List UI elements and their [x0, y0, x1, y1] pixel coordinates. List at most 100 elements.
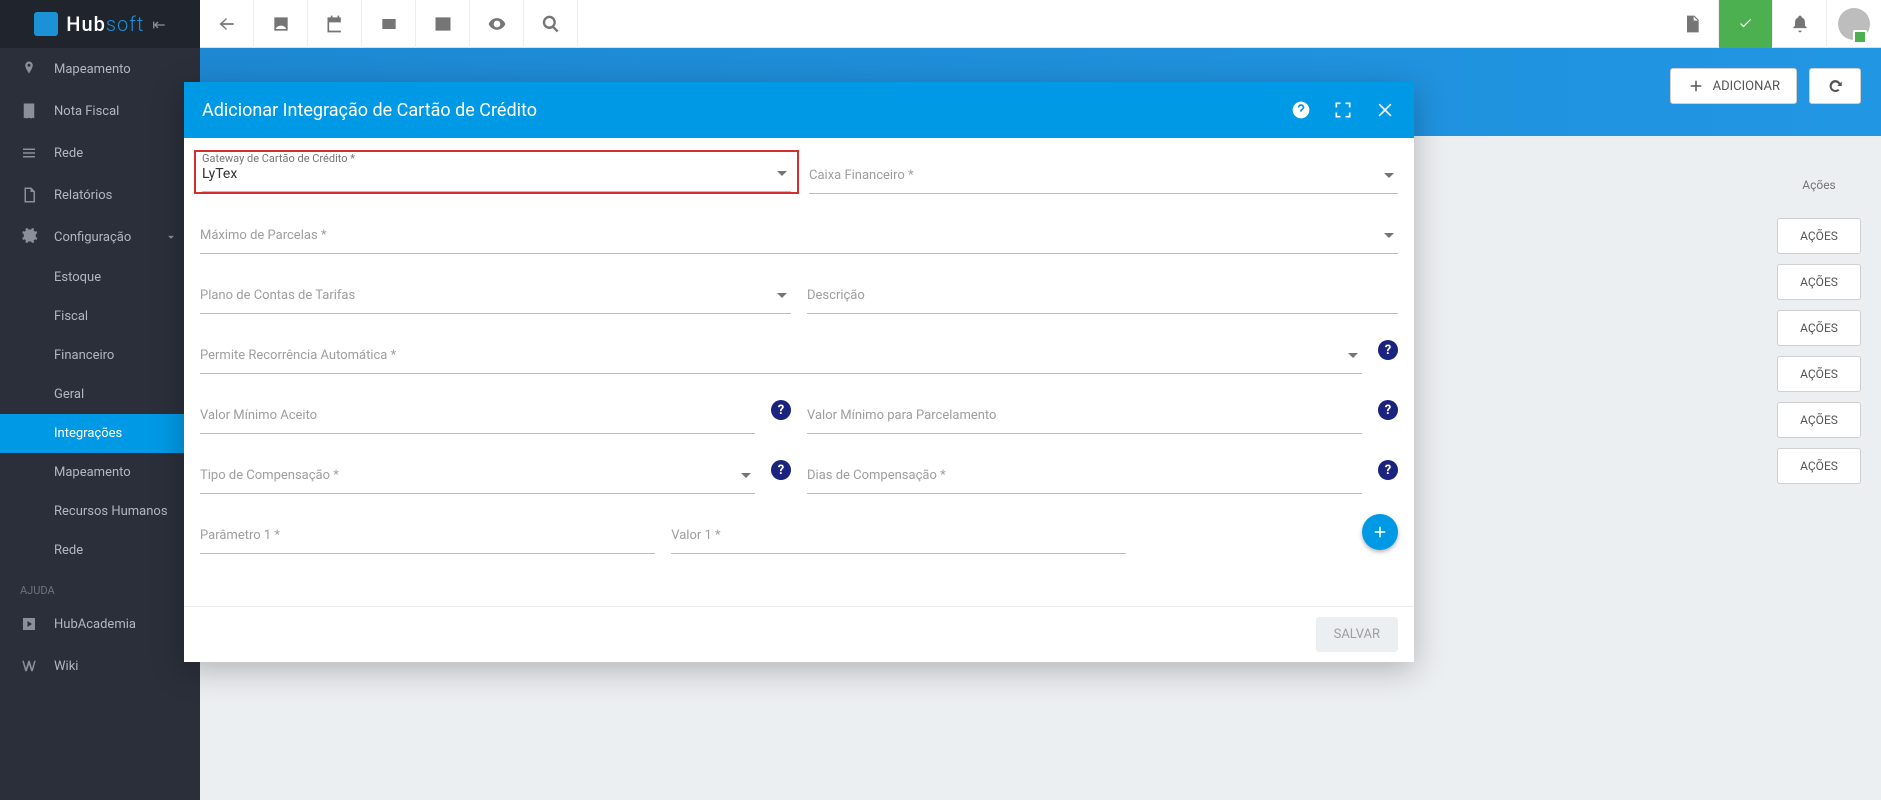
- dropdown-icon: [1384, 166, 1394, 185]
- sidebar-item-mapeamento[interactable]: Mapeamento: [0, 48, 200, 90]
- sidebar-sub-financeiro[interactable]: Financeiro: [0, 336, 200, 375]
- modal-fullscreen-button[interactable]: [1332, 99, 1354, 121]
- help-tooltip-button[interactable]: ?: [771, 400, 791, 420]
- sidebar-item-label: Recursos Humanos: [54, 504, 168, 519]
- dropdown-icon: [1348, 346, 1358, 365]
- plus-icon: [1371, 523, 1389, 541]
- table-header-acoes: Ações: [1777, 178, 1861, 192]
- row-action-button[interactable]: AÇÕES: [1777, 264, 1861, 300]
- tipo-compensacao-select[interactable]: Tipo de Compensação *: [200, 454, 755, 494]
- modal-header: Adicionar Integração de Cartão de Crédit…: [184, 82, 1414, 138]
- row-action-button[interactable]: AÇÕES: [1777, 356, 1861, 392]
- terminal-button[interactable]: [416, 0, 470, 48]
- back-button[interactable]: [200, 0, 254, 48]
- help-tooltip-button[interactable]: ?: [771, 460, 791, 480]
- visibility-button[interactable]: [470, 0, 524, 48]
- contact-button[interactable]: [254, 0, 308, 48]
- modal-close-button[interactable]: [1374, 99, 1396, 121]
- field-label: Caixa Financeiro *: [809, 168, 1398, 183]
- pdf-icon: [1682, 14, 1702, 34]
- modal-body: Gateway de Cartão de Crédito * LyTex Cai…: [184, 138, 1414, 606]
- logo-hub: Hub: [66, 12, 106, 36]
- row-action-button[interactable]: AÇÕES: [1777, 310, 1861, 346]
- help-tooltip-button[interactable]: ?: [1378, 340, 1398, 360]
- marker-icon: [20, 60, 38, 78]
- sidebar-item-rede[interactable]: Rede: [0, 132, 200, 174]
- topbar: [200, 0, 1881, 48]
- field-label: Tipo de Compensação *: [200, 468, 755, 483]
- sidebar-item-hubacademia[interactable]: HubAcademia: [0, 603, 200, 645]
- notifications-button[interactable]: [1773, 0, 1827, 48]
- search-icon: [541, 14, 561, 34]
- parametro-1-input[interactable]: Parâmetro 1 *: [200, 514, 655, 554]
- row-action-button[interactable]: AÇÕES: [1777, 448, 1861, 484]
- check-icon: [1736, 14, 1756, 34]
- sidebar-sub-recursos-humanos[interactable]: Recursos Humanos: [0, 492, 200, 531]
- max-parcelas-select[interactable]: Máximo de Parcelas *: [200, 214, 1398, 254]
- plano-tarifas-select[interactable]: Plano de Contas de Tarifas: [200, 274, 791, 314]
- collapse-icon[interactable]: ⇤: [152, 15, 165, 34]
- valor-1-input[interactable]: Valor 1 *: [671, 514, 1126, 554]
- sidebar-sub-rede[interactable]: Rede: [0, 531, 200, 570]
- terminal-icon: [433, 14, 453, 34]
- refresh-button[interactable]: [1809, 68, 1861, 104]
- pdf-button[interactable]: [1665, 0, 1719, 48]
- logo[interactable]: Hubsoft ⇤: [0, 0, 200, 48]
- field-label: Valor Mínimo para Parcelamento: [807, 408, 1362, 423]
- modal-title: Adicionar Integração de Cartão de Crédit…: [202, 100, 537, 121]
- field-label: Parâmetro 1 *: [200, 528, 655, 543]
- sidebar-item-label: Fiscal: [54, 309, 88, 324]
- caixa-financeiro-select[interactable]: Caixa Financeiro *: [809, 154, 1398, 194]
- sidebar-item-relatorios[interactable]: Relatórios: [0, 174, 200, 216]
- field-label: Valor 1 *: [671, 528, 1126, 543]
- descricao-input[interactable]: Descrição: [807, 274, 1398, 314]
- help-icon: [1291, 100, 1311, 120]
- presence-badge: [1853, 30, 1867, 44]
- sidebar-sub-fiscal[interactable]: Fiscal: [0, 297, 200, 336]
- sidebar-item-label: Mapeamento: [54, 62, 131, 77]
- sidebar-sub-estoque[interactable]: Estoque: [0, 258, 200, 297]
- sidebar-item-label: Geral: [54, 387, 84, 402]
- field-value: LyTex: [202, 166, 791, 182]
- sidebar-item-configuracao[interactable]: Configuração: [0, 216, 200, 258]
- row-action-button[interactable]: AÇÕES: [1777, 402, 1861, 438]
- modal-help-button[interactable]: [1290, 99, 1312, 121]
- row-action-button[interactable]: AÇÕES: [1777, 218, 1861, 254]
- sidebar-item-label: Configuração: [54, 230, 131, 245]
- add-button[interactable]: ADICIONAR: [1670, 68, 1797, 104]
- sidebar-item-label: Integrações: [54, 426, 122, 441]
- search-button[interactable]: [524, 0, 578, 48]
- gateway-select[interactable]: Gateway de Cartão de Crédito * LyTex: [202, 152, 791, 192]
- dropdown-icon: [777, 164, 787, 183]
- sidebar-sub-mapeamento[interactable]: Mapeamento: [0, 453, 200, 492]
- modal-add-integration: Adicionar Integração de Cartão de Crédit…: [184, 82, 1414, 662]
- calendar-button[interactable]: [308, 0, 362, 48]
- recorrencia-select[interactable]: Permite Recorrência Automática *: [200, 334, 1362, 374]
- sidebar-item-nota-fiscal[interactable]: Nota Fiscal: [0, 90, 200, 132]
- money-button[interactable]: [362, 0, 416, 48]
- help-tooltip-button[interactable]: ?: [1378, 400, 1398, 420]
- dropdown-icon: [777, 286, 787, 305]
- field-label: Permite Recorrência Automática *: [200, 348, 1362, 363]
- sidebar-sub-integracoes[interactable]: Integrações: [0, 414, 200, 453]
- add-parameter-button[interactable]: [1362, 514, 1398, 550]
- refresh-icon: [1826, 77, 1844, 95]
- logo-icon: [34, 12, 58, 36]
- help-tooltip-button[interactable]: ?: [1378, 460, 1398, 480]
- field-label: Máximo de Parcelas *: [200, 228, 1398, 243]
- sidebar-item-wiki[interactable]: Wiki: [0, 645, 200, 687]
- sidebar-sub-geral[interactable]: Geral: [0, 375, 200, 414]
- close-icon: [1375, 100, 1395, 120]
- valor-minimo-input[interactable]: Valor Mínimo Aceito: [200, 394, 755, 434]
- sidebar-item-label: Estoque: [54, 270, 101, 285]
- user-avatar[interactable]: [1827, 0, 1881, 48]
- save-button[interactable]: SALVAR: [1316, 617, 1398, 652]
- valor-minimo-parcelamento-input[interactable]: Valor Mínimo para Parcelamento: [807, 394, 1362, 434]
- sidebar-item-label: Nota Fiscal: [54, 104, 119, 119]
- status-button[interactable]: [1719, 0, 1773, 48]
- gear-icon: [20, 228, 38, 246]
- chevron-down-icon: [162, 230, 180, 244]
- dias-compensacao-input[interactable]: Dias de Compensação *: [807, 454, 1362, 494]
- field-label: Gateway de Cartão de Crédito *: [202, 152, 355, 165]
- dropdown-icon: [1384, 226, 1394, 245]
